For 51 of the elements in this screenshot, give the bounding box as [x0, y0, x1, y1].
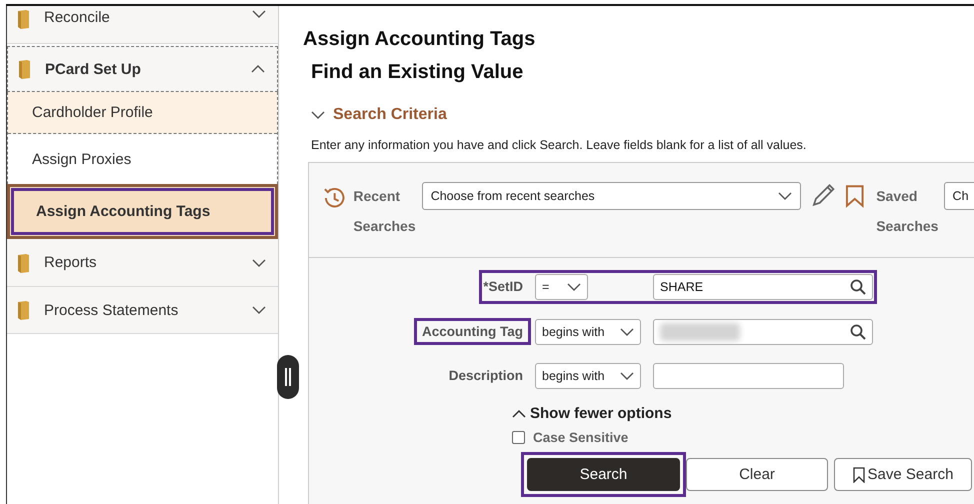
page-subtitle: Find an Existing Value [311, 61, 524, 84]
instructions-text: Enter any information you have and click Search. Leave fields blank for a list of all values. [311, 138, 808, 152]
page-title: Assign Accounting Tags [303, 28, 536, 51]
show-fewer-link[interactable]: Show fewer options [512, 405, 974, 422]
nav-folder[interactable]: Process Statements [7, 287, 278, 334]
pencil-icon[interactable] [811, 182, 837, 208]
nav-label: PCard Set Up [45, 60, 142, 78]
checkbox-label: Case Sensitive [533, 430, 628, 445]
field-label: *SetID [483, 279, 523, 294]
clear-button[interactable]: Clear [686, 458, 828, 491]
resize-handle[interactable] [277, 355, 299, 399]
folder-icon [17, 9, 30, 29]
folder-icon [17, 300, 30, 320]
bookmark-icon[interactable] [844, 184, 864, 208]
chevron-up-icon [251, 64, 265, 74]
chevron-down-icon [778, 191, 792, 201]
save-search-button[interactable]: Save Search [834, 458, 972, 491]
recent-searches-label: Recent Searches [353, 187, 417, 236]
chevron-down-icon [620, 371, 634, 381]
chevron-down-icon [252, 9, 266, 19]
chevron-down-icon [567, 282, 581, 292]
nav-label: Reconcile [44, 9, 111, 26]
nav-label: Reports [44, 254, 98, 271]
operator-dropdown[interactable]: begins with [535, 363, 641, 389]
chevron-down-icon [252, 258, 266, 268]
search-icon[interactable] [850, 279, 866, 295]
input-field[interactable] [653, 363, 844, 389]
folder-icon [17, 252, 30, 272]
nav-item[interactable]: Cardholder Profile [8, 92, 277, 134]
input-field[interactable] [653, 318, 873, 344]
chevron-up-icon [512, 408, 526, 418]
chevron-down-icon [620, 326, 634, 336]
field-label: Accounting Tag [414, 318, 531, 345]
search-button[interactable]: Search [527, 458, 680, 491]
chevron-down-icon [252, 305, 266, 315]
bookmark-icon [852, 466, 865, 482]
checkbox[interactable] [512, 431, 525, 444]
recent-searches-dropdown[interactable]: Choose from recent searches [422, 182, 802, 210]
nav-label: Process Statements [44, 302, 180, 318]
folder-icon [18, 59, 31, 79]
input-field[interactable]: SHARE [653, 274, 873, 300]
nav-folder[interactable]: PCard Set Up [7, 46, 278, 92]
nav-folder[interactable]: Reports [7, 239, 278, 287]
field-label: Description [448, 368, 523, 383]
section-header[interactable]: Search Criteria [333, 106, 447, 124]
search-icon[interactable] [850, 324, 866, 340]
saved-searches-label: Saved Searches [876, 187, 940, 236]
operator-dropdown[interactable]: begins with [535, 318, 641, 344]
operator-dropdown[interactable]: = [535, 274, 588, 300]
nav-folder[interactable]: Reconcile [7, 6, 278, 44]
saved-searches-dropdown[interactable]: Ch [944, 182, 974, 210]
